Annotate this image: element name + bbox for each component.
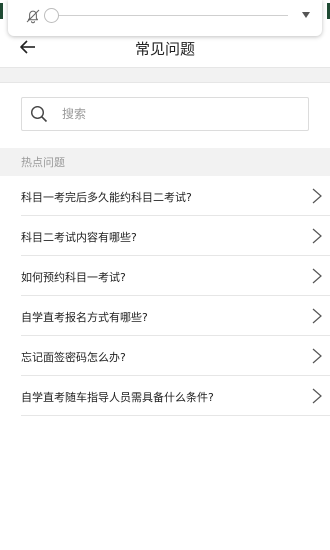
faq-item-label: 自学直考随车指导人员需具备什么条件? <box>21 391 214 404</box>
volume-overlay <box>8 0 322 36</box>
search-input[interactable] <box>62 105 292 123</box>
chevron-right-icon <box>312 348 322 364</box>
faq-item[interactable]: 自学直考随车指导人员需具备什么条件? <box>21 376 330 416</box>
faq-list: 科目一考完后多久能约科目二考试? 科目二考试内容有哪些? 如何预约科目一考试? … <box>0 176 330 416</box>
strip-accent-left <box>0 3 3 19</box>
faq-item-label: 如何预约科目一考试? <box>21 271 126 284</box>
faq-item[interactable]: 自学直考报名方式有哪些? <box>21 296 330 336</box>
search-icon <box>30 105 48 123</box>
faq-item-label: 科目一考完后多久能约科目二考试? <box>21 191 192 204</box>
section-label: 热点问题 <box>21 156 65 169</box>
faq-item[interactable]: 科目一考完后多久能约科目二考试? <box>21 176 330 216</box>
faq-item-label: 忘记面签密码怎么办? <box>21 351 126 364</box>
volume-slider-thumb[interactable] <box>44 8 59 23</box>
dropdown-arrow-icon[interactable] <box>300 10 312 20</box>
faq-item-label: 自学直考报名方式有哪些? <box>21 311 148 324</box>
faq-item-label: 科目二考试内容有哪些? <box>21 231 137 244</box>
volume-slider-track[interactable] <box>54 15 288 16</box>
section-header: 热点问题 <box>0 148 330 176</box>
faq-item[interactable]: 科目二考试内容有哪些? <box>21 216 330 256</box>
header-divider-band <box>0 67 330 83</box>
chevron-right-icon <box>312 388 322 404</box>
bell-off-icon[interactable] <box>24 7 42 25</box>
page-title: 常见问题 <box>134 40 195 58</box>
search-box[interactable] <box>21 97 309 131</box>
faq-item[interactable]: 如何预约科目一考试? <box>21 256 330 296</box>
chevron-right-icon <box>312 268 322 284</box>
chevron-right-icon <box>312 308 322 324</box>
chevron-right-icon <box>312 228 322 244</box>
faq-item[interactable]: 忘记面签密码怎么办? <box>21 336 330 376</box>
chevron-right-icon <box>312 188 322 204</box>
app-header: 常见问题 <box>0 33 330 65</box>
